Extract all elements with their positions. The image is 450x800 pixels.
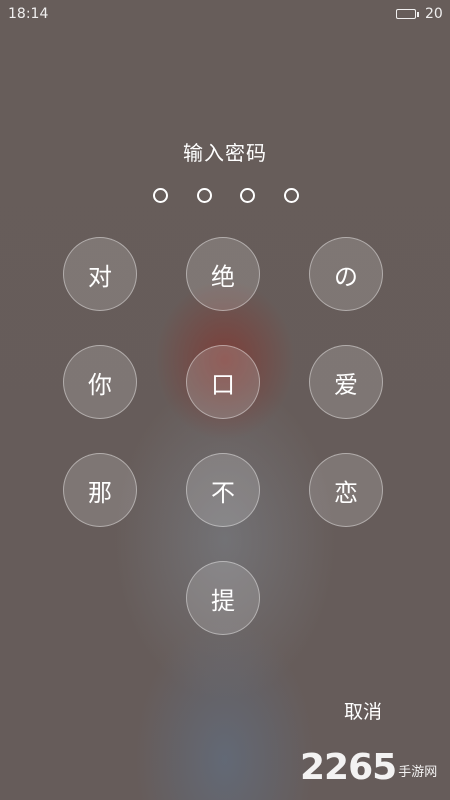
watermark-number: 2265	[300, 747, 397, 788]
keypad-key[interactable]: 对	[63, 237, 137, 311]
keypad-key[interactable]: 你	[63, 345, 137, 419]
keypad-key[interactable]: 口	[186, 345, 260, 419]
keypad-key[interactable]: 不	[186, 453, 260, 527]
battery-level: 20	[425, 6, 443, 22]
pin-dot	[284, 188, 299, 203]
password-prompt: 输入密码	[183, 141, 267, 165]
keypad-key[interactable]: 恋	[309, 453, 383, 527]
status-time: 18:14	[8, 6, 49, 22]
keypad-key[interactable]: 爱	[309, 345, 383, 419]
battery-icon	[396, 8, 422, 20]
pin-dot	[153, 188, 168, 203]
watermark-text: 手游网	[398, 765, 438, 780]
pin-dot	[240, 188, 255, 203]
keypad-key[interactable]: 那	[63, 453, 137, 527]
watermark-logo: 2265 手游网	[300, 748, 437, 788]
status-bar: 18:14 20	[0, 0, 450, 28]
keypad-key[interactable]: 提	[186, 561, 260, 635]
keypad-key[interactable]: の	[309, 237, 383, 311]
pin-indicator	[0, 188, 450, 204]
cancel-button[interactable]: 取消	[330, 697, 396, 725]
keypad-key[interactable]: 绝	[186, 237, 260, 311]
pin-dot	[197, 188, 212, 203]
